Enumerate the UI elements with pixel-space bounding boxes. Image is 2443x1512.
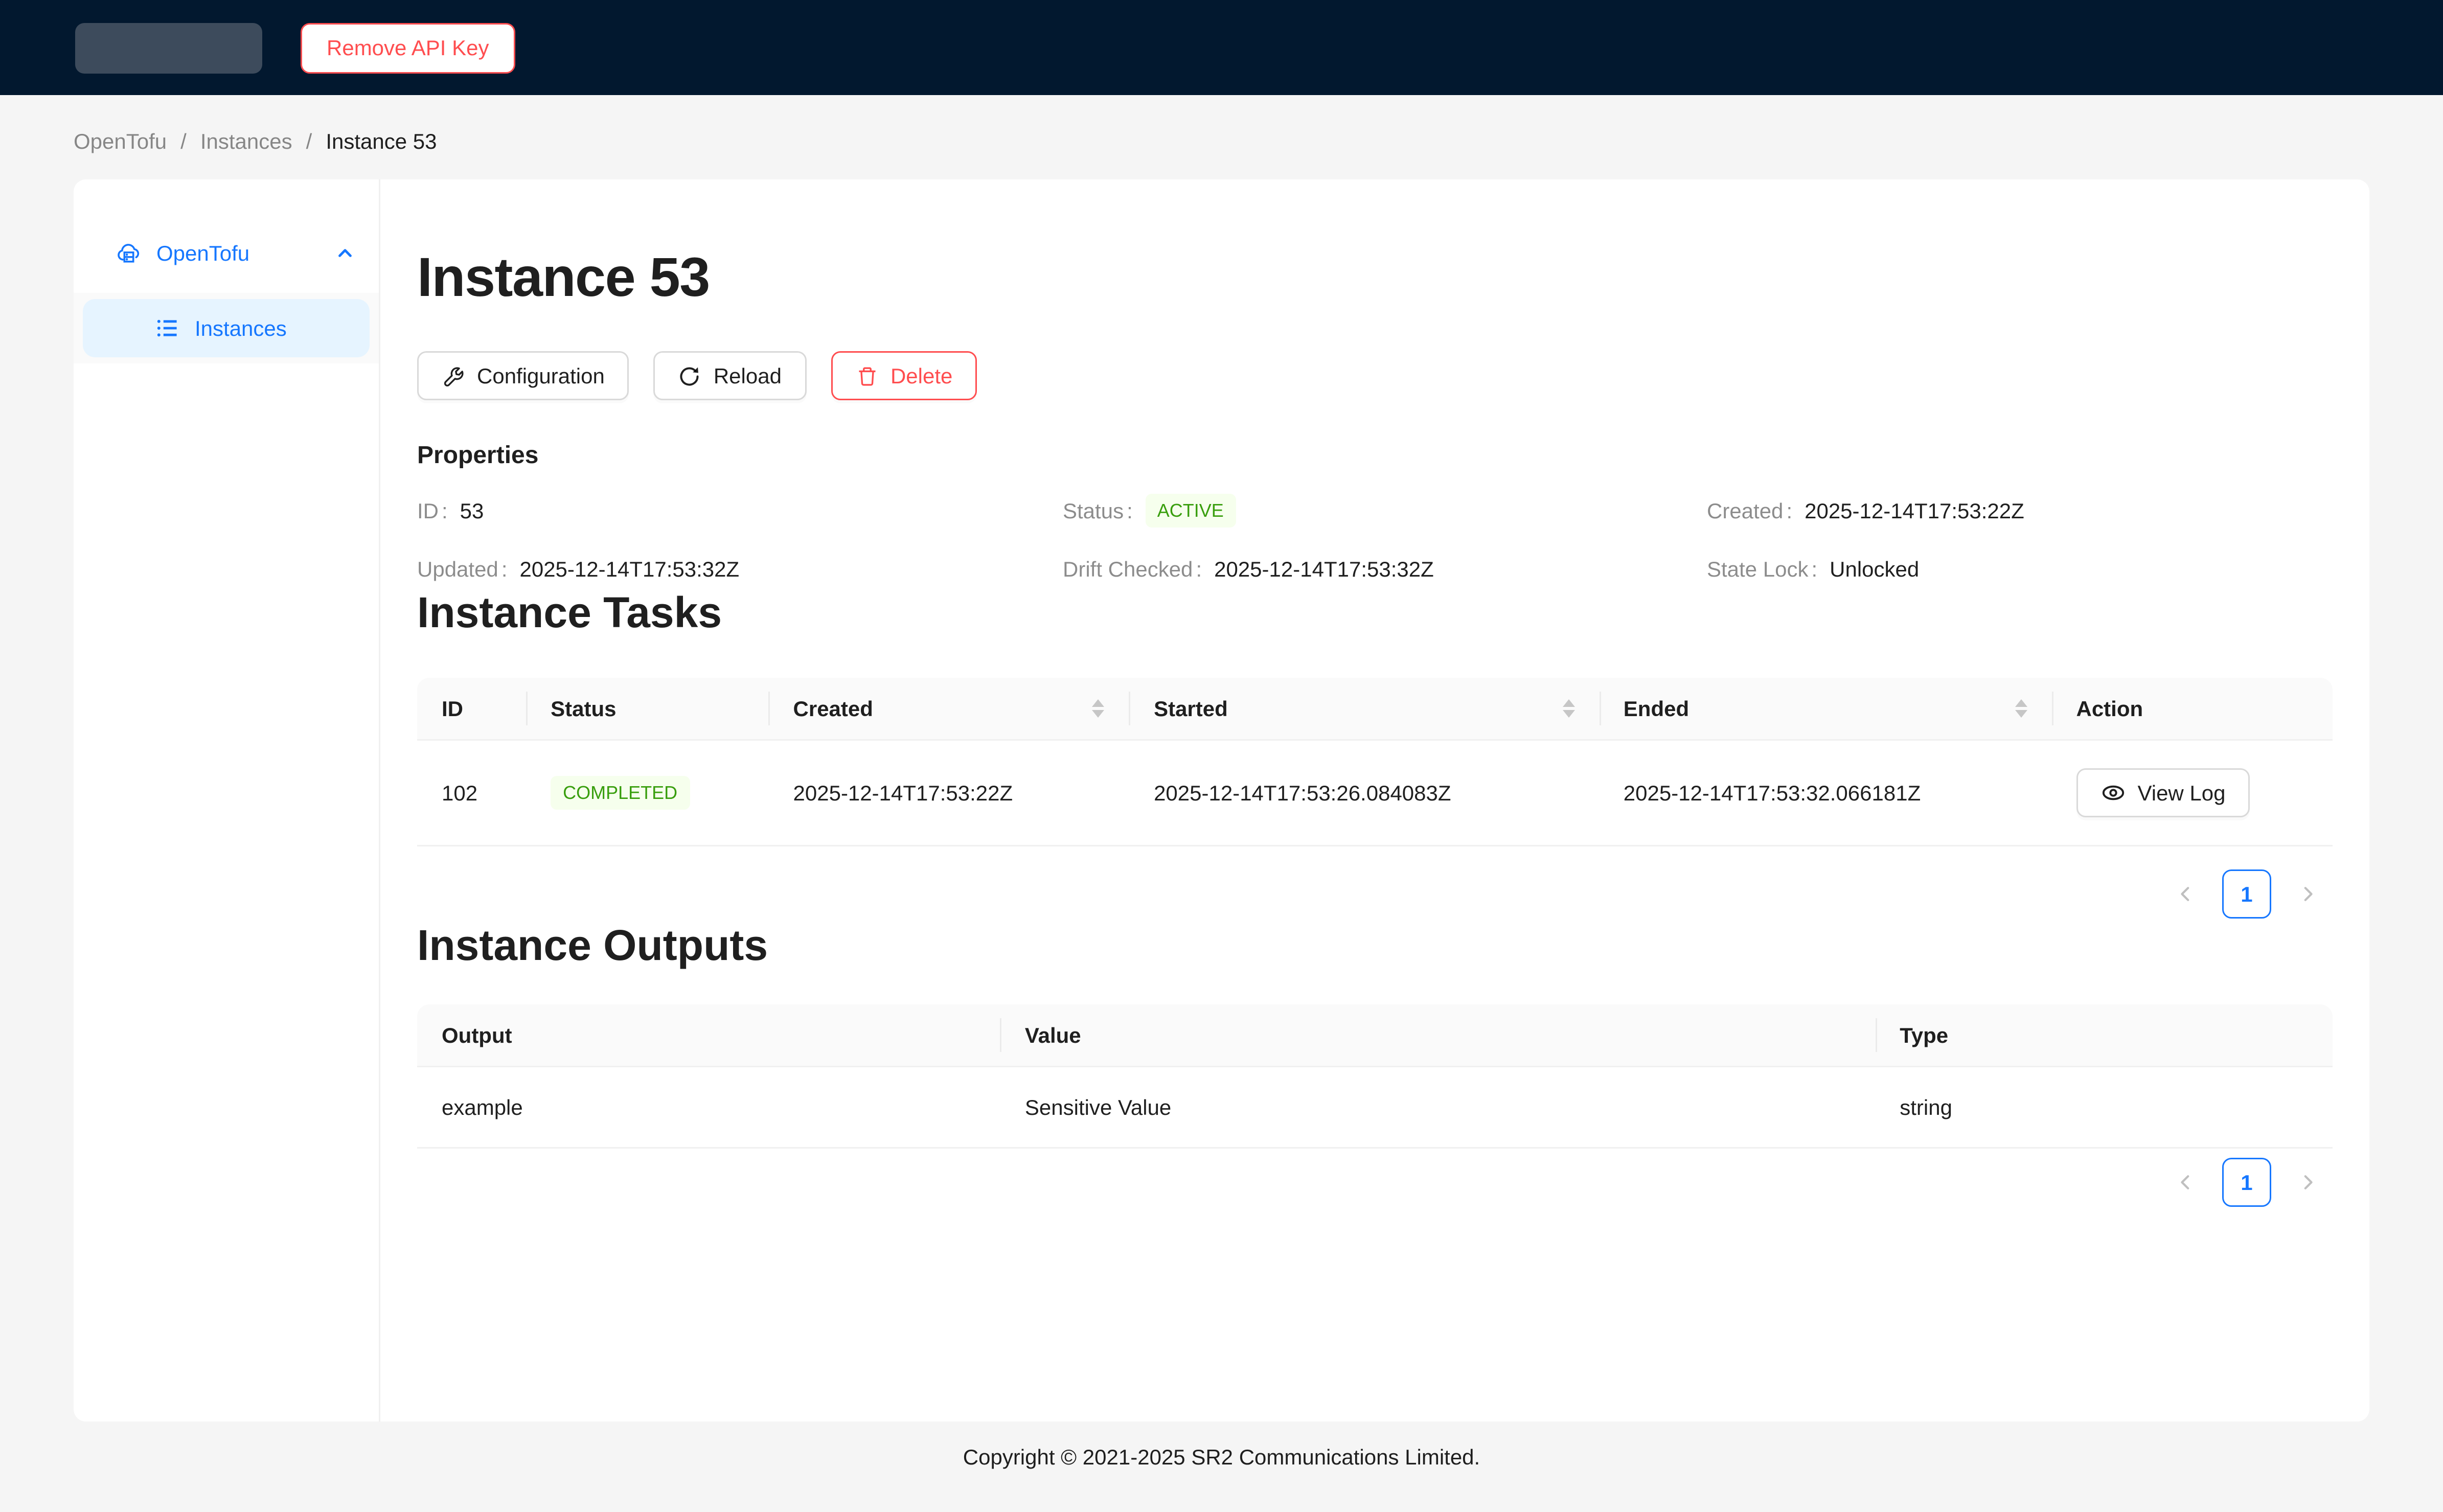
outputs-table: Output Value Type example Sensitive Valu…	[417, 1004, 2333, 1149]
page-title: Instance 53	[417, 244, 2333, 311]
output-row: example Sensitive Value string	[417, 1067, 2333, 1149]
sidebar-item-label: Instances	[195, 316, 287, 340]
footer-copyright: Copyright © 2021-2025 SR2 Communications…	[0, 1445, 2443, 1469]
wrench-icon	[442, 364, 465, 387]
sort-icon	[1092, 699, 1105, 718]
sidebar-group-opentofu[interactable]: OpenTofu	[80, 222, 373, 284]
cloud-server-icon	[117, 241, 141, 265]
breadcrumb-current: Instance 53	[326, 129, 437, 153]
sort-icon	[1562, 699, 1574, 718]
outputs-page-1-button[interactable]: 1	[2222, 1158, 2271, 1207]
tasks-column-started[interactable]: Started	[1129, 678, 1599, 741]
property-label: State Lock	[1707, 552, 1830, 586]
output-value-cell: Sensitive Value	[1000, 1067, 1875, 1149]
breadcrumb-separator: /	[180, 129, 187, 153]
unordered-list-icon	[155, 316, 179, 340]
main-panel: OpenTofu	[74, 179, 2369, 1422]
tasks-column-action: Action	[2051, 678, 2333, 741]
sort-icon	[2015, 699, 2027, 718]
property-value: Unlocked	[1830, 552, 1919, 586]
outputs-header-row: Output Value Type	[417, 1004, 2333, 1067]
configuration-button[interactable]: Configuration	[417, 351, 629, 400]
property-state-lock: State Lock Unlocked	[1707, 552, 2333, 586]
breadcrumb-instances[interactable]: Instances	[200, 129, 292, 153]
eye-icon	[2100, 781, 2125, 805]
trash-icon	[855, 364, 878, 387]
tasks-header-row: ID Status Created Started	[417, 678, 2333, 741]
tasks-table: ID Status Created Started	[417, 678, 2333, 846]
property-value: 2025-12-14T17:53:32Z	[519, 552, 739, 586]
logo-placeholder	[75, 22, 262, 73]
tasks-column-status: Status	[526, 678, 768, 741]
property-id: ID 53	[417, 494, 1063, 528]
toolbar: Configuration Reload	[417, 351, 2333, 400]
outputs-next-page-button[interactable]	[2284, 1158, 2333, 1207]
tasks-column-id: ID	[417, 678, 526, 741]
property-updated: Updated 2025-12-14T17:53:32Z	[417, 552, 1063, 586]
property-value: 53	[460, 494, 484, 528]
outputs-heading: Instance Outputs	[417, 919, 2333, 974]
status-badge: ACTIVE	[1145, 494, 1236, 528]
property-value: 2025-12-14T17:53:32Z	[1214, 552, 1434, 586]
outputs-column-output: Output	[417, 1004, 1000, 1067]
sidebar-group-label: OpenTofu	[156, 241, 249, 265]
task-row: 102 COMPLETED 2025-12-14T17:53:22Z 2025-…	[417, 741, 2333, 846]
view-log-button[interactable]: View Log	[2076, 768, 2250, 817]
view-log-label: View Log	[2137, 781, 2225, 805]
property-drift-checked: Drift Checked 2025-12-14T17:53:32Z	[1063, 552, 1707, 586]
tasks-next-page-button[interactable]	[2284, 869, 2333, 919]
delete-button[interactable]: Delete	[831, 351, 977, 400]
top-header: Remove API Key	[0, 0, 2443, 95]
reload-button[interactable]: Reload	[654, 351, 806, 400]
chevron-up-icon	[336, 244, 354, 262]
task-status-cell: COMPLETED	[526, 741, 768, 846]
breadcrumb: OpenTofu / Instances / Instance 53	[74, 129, 437, 153]
sidebar: OpenTofu	[74, 179, 380, 1422]
tasks-column-created[interactable]: Created	[769, 678, 1130, 741]
task-ended-cell: 2025-12-14T17:53:32.066181Z	[1599, 741, 2052, 846]
property-value: 2025-12-14T17:53:22Z	[1805, 494, 2024, 528]
outputs-column-value: Value	[1000, 1004, 1875, 1067]
task-status-badge: COMPLETED	[551, 776, 690, 810]
property-label: Created	[1707, 494, 1805, 528]
delete-label: Delete	[891, 363, 952, 388]
properties-grid: ID 53 Status ACTIVE Created 2025-12-14T1…	[417, 494, 2333, 586]
configuration-label: Configuration	[477, 363, 605, 388]
outputs-column-type: Type	[1875, 1004, 2333, 1067]
remove-api-key-button[interactable]: Remove API Key	[301, 22, 515, 73]
task-action-cell: View Log	[2051, 741, 2333, 846]
property-status: Status ACTIVE	[1063, 494, 1707, 528]
sidebar-submenu: Instances	[74, 293, 379, 363]
outputs-prev-page-button[interactable]	[2161, 1158, 2210, 1207]
property-label: Drift Checked	[1063, 552, 1214, 586]
breadcrumb-opentofu[interactable]: OpenTofu	[74, 129, 167, 153]
properties-heading: Properties	[417, 439, 2333, 475]
output-name-cell: example	[417, 1067, 1000, 1149]
tasks-prev-page-button[interactable]	[2161, 869, 2210, 919]
content-area: Instance 53 Configuration	[380, 179, 2369, 1422]
reload-icon	[678, 364, 701, 387]
outputs-pagination: 1	[417, 1158, 2333, 1207]
tasks-pagination: 1	[417, 869, 2333, 919]
property-label: Status	[1063, 494, 1145, 528]
breadcrumb-separator: /	[306, 129, 312, 153]
task-started-cell: 2025-12-14T17:53:26.084083Z	[1129, 741, 1599, 846]
output-type-cell: string	[1875, 1067, 2333, 1149]
tasks-column-ended[interactable]: Ended	[1599, 678, 2052, 741]
tasks-page-1-button[interactable]: 1	[2222, 869, 2271, 919]
property-label: ID	[417, 494, 460, 528]
tasks-heading: Instance Tasks	[417, 586, 2333, 641]
property-created: Created 2025-12-14T17:53:22Z	[1707, 494, 2333, 528]
reload-label: Reload	[714, 363, 782, 388]
sidebar-item-instances[interactable]: Instances	[83, 299, 370, 357]
property-label: Updated	[417, 552, 519, 586]
task-created-cell: 2025-12-14T17:53:22Z	[769, 741, 1130, 846]
app-root: Remove API Key OpenTofu / Instances / In…	[0, 0, 2443, 1512]
task-id-cell: 102	[417, 741, 526, 846]
